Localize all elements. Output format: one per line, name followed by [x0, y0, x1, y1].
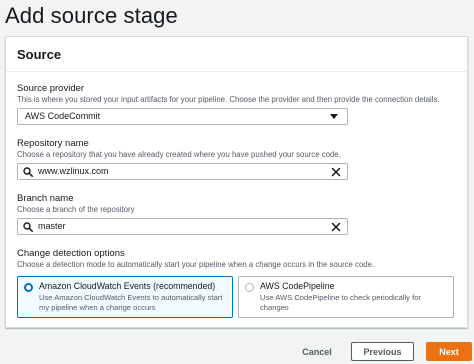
- change-detection-field: Change detection options Choose a detect…: [17, 248, 374, 270]
- next-button[interactable]: Next: [426, 342, 472, 361]
- source-provider-selected-value: AWS CodeCommit: [25, 111, 101, 121]
- option-title: AWS CodePipeline: [260, 281, 335, 291]
- branch-name-field: Branch name Choose a branch of the repos…: [17, 193, 348, 235]
- branch-name-value: master: [38, 221, 66, 231]
- branch-name-input[interactable]: master: [17, 218, 348, 235]
- source-provider-select[interactable]: AWS CodeCommit: [17, 108, 348, 125]
- source-panel: Source Source provider This is where you…: [5, 36, 468, 328]
- option-codepipeline[interactable]: AWS CodePipeline Use AWS CodePipeline to…: [238, 276, 454, 318]
- cancel-button[interactable]: Cancel: [297, 342, 337, 361]
- repository-name-field: Repository name Choose a repository that…: [17, 138, 348, 180]
- repository-name-description: Choose a repository that you have alread…: [17, 150, 341, 159]
- close-icon[interactable]: [331, 167, 341, 177]
- change-detection-options: Amazon CloudWatch Events (recommended) U…: [17, 276, 454, 318]
- source-provider-description: This is where you stored your input arti…: [17, 95, 440, 104]
- option-description: Use AWS CodePipeline to check periodical…: [260, 293, 421, 312]
- source-provider-field: Source provider This is where you stored…: [17, 83, 440, 125]
- panel-title: Source: [17, 47, 62, 62]
- option-cloudwatch-events[interactable]: Amazon CloudWatch Events (recommended) U…: [17, 276, 233, 318]
- source-provider-label: Source provider: [17, 83, 85, 94]
- radio-unselected-icon[interactable]: [245, 283, 254, 292]
- change-detection-label: Change detection options: [17, 248, 125, 259]
- branch-name-label: Branch name: [17, 193, 74, 204]
- radio-selected-icon[interactable]: [24, 283, 33, 292]
- search-icon: [23, 167, 33, 177]
- caret-down-icon: [330, 114, 338, 119]
- option-title: Amazon CloudWatch Events (recommended): [39, 281, 216, 291]
- repository-name-input[interactable]: www.wzlinux.com: [17, 163, 348, 180]
- page-title: Add source stage: [5, 3, 178, 28]
- option-description: Use Amazon CloudWatch Events to automati…: [39, 293, 223, 312]
- previous-button[interactable]: Previous: [351, 342, 414, 361]
- search-icon: [23, 222, 33, 232]
- change-detection-description: Choose a detection mode to automatically…: [17, 260, 375, 269]
- repository-name-value: www.wzlinux.com: [38, 166, 109, 176]
- close-icon[interactable]: [331, 222, 341, 232]
- panel-header: Source: [6, 37, 467, 72]
- repository-name-label: Repository name: [17, 138, 89, 149]
- branch-name-description: Choose a branch of the repository: [17, 205, 135, 214]
